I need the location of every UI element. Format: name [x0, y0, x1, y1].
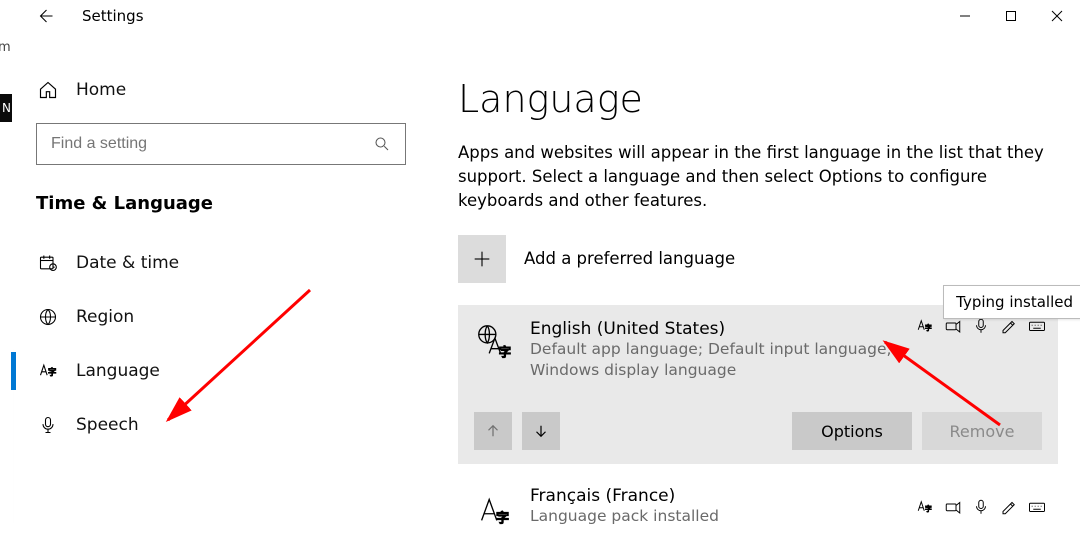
speech-recognition-icon	[972, 317, 990, 335]
sidebar-item-label: Date & time	[76, 253, 179, 273]
svg-text:字: 字	[925, 504, 932, 513]
arrow-down-icon	[532, 422, 550, 440]
sidebar: Home Time & Language Date & time Region …	[14, 33, 434, 542]
add-language-row[interactable]: Add a preferred language	[458, 235, 1080, 283]
language-a-icon: 字	[474, 490, 512, 528]
search-icon	[373, 135, 391, 153]
arrow-up-icon	[484, 422, 502, 440]
back-button[interactable]	[36, 7, 54, 25]
language-world-icon: 字	[474, 323, 512, 361]
keyboard-icon	[1028, 317, 1046, 335]
language-card-french[interactable]: 字 Français (France) Language pack instal…	[458, 472, 1058, 542]
add-language-button[interactable]	[458, 235, 506, 283]
display-language-icon: 字	[916, 317, 934, 335]
tooltip-typing-installed: Typing installed	[943, 285, 1080, 319]
svg-text:字: 字	[499, 344, 511, 359]
text-to-speech-icon	[944, 498, 962, 516]
sidebar-home-label: Home	[76, 80, 126, 100]
plus-icon	[471, 248, 493, 270]
language-a-icon: 字	[38, 361, 58, 381]
language-feature-badges: 字	[916, 317, 1046, 335]
keyboard-icon	[1028, 498, 1046, 516]
sidebar-item-region[interactable]: Region	[14, 290, 434, 344]
language-card-english[interactable]: 字 English (United States) Default app la…	[458, 305, 1058, 464]
search-input[interactable]	[51, 135, 373, 153]
language-feature-badges: 字	[916, 498, 1046, 516]
window-minimize[interactable]	[942, 0, 988, 32]
add-language-label: Add a preferred language	[524, 249, 735, 268]
text-to-speech-icon	[944, 317, 962, 335]
window-close[interactable]	[1034, 0, 1080, 32]
sidebar-item-label: Speech	[76, 415, 139, 435]
language-subtitle: Windows display language	[530, 360, 1042, 382]
svg-text:字: 字	[496, 510, 509, 526]
language-subtitle: Default app language; Default input lang…	[530, 339, 1042, 361]
move-down-button[interactable]	[522, 412, 560, 450]
browser-address-fragment: m	[0, 40, 11, 55]
sidebar-item-language[interactable]: 字 Language	[14, 344, 434, 398]
microphone-icon	[38, 415, 58, 435]
calendar-clock-icon	[38, 253, 58, 273]
window-maximize[interactable]	[988, 0, 1034, 32]
content-pane: Language Apps and websites will appear i…	[434, 33, 1080, 542]
section-title: Time & Language	[14, 183, 434, 236]
browser-tab-fragment: N	[0, 94, 12, 122]
titlebar: Settings	[14, 0, 1080, 33]
handwriting-icon	[1000, 317, 1018, 335]
settings-window: Settings Home Time & Language Date & tim…	[14, 0, 1080, 542]
remove-button: Remove	[922, 412, 1042, 450]
svg-text:字: 字	[48, 367, 56, 377]
sidebar-item-speech[interactable]: Speech	[14, 398, 434, 452]
display-language-icon: 字	[916, 498, 934, 516]
sidebar-item-label: Language	[76, 361, 160, 381]
svg-text:字: 字	[925, 322, 932, 331]
page-title: Language	[458, 77, 1080, 121]
search-box[interactable]	[36, 123, 406, 165]
sidebar-item-date-time[interactable]: Date & time	[14, 236, 434, 290]
speech-recognition-icon	[972, 498, 990, 516]
app-title: Settings	[82, 7, 144, 25]
sidebar-item-label: Region	[76, 307, 134, 327]
move-up-button[interactable]	[474, 412, 512, 450]
handwriting-icon	[1000, 498, 1018, 516]
options-button[interactable]: Options	[792, 412, 912, 450]
home-icon	[38, 80, 58, 100]
sidebar-home[interactable]: Home	[14, 63, 434, 117]
globe-icon	[38, 307, 58, 327]
page-description: Apps and websites will appear in the fir…	[458, 141, 1058, 213]
